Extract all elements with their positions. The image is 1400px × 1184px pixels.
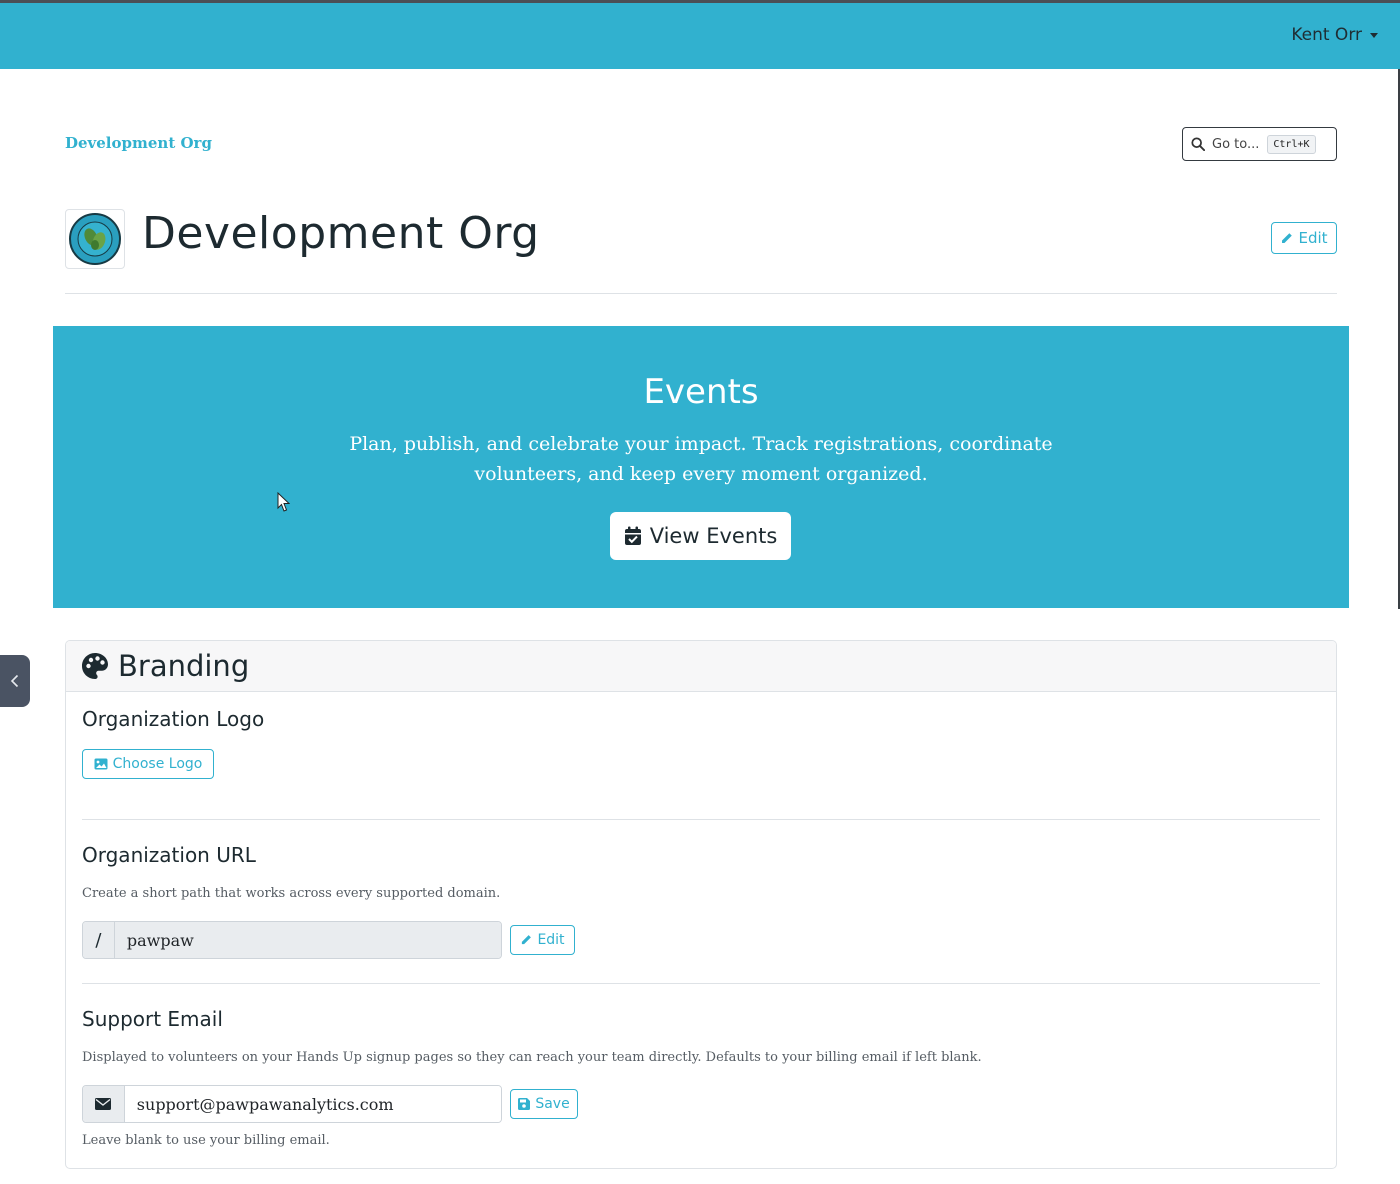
org-logo [65,209,125,269]
org-url-field[interactable]: pawpaw [114,922,501,958]
email-addon [83,1086,125,1122]
goto-placeholder: Go to... [1212,136,1260,152]
events-hero-title: Events [643,372,759,412]
org-url-heading: Organization URL [82,843,256,867]
org-url-input-group: / pawpaw [82,921,502,959]
edit-org-label: Edit [1298,229,1328,247]
pawpaw-logo-icon [69,213,121,265]
edit-org-button[interactable]: Edit [1271,222,1337,254]
branding-card: Branding Organization Logo Choose Logo O… [65,640,1337,1169]
floppy-disk-icon [518,1098,531,1110]
search-icon [1191,137,1205,151]
pencil-icon [1282,232,1293,243]
calendar-check-icon [624,526,641,545]
support-email-input[interactable] [124,1086,501,1122]
view-events-label: View Events [649,524,778,548]
top-navbar: Kent Orr [0,0,1400,69]
goto-search-button[interactable]: Go to... Ctrl+K [1182,127,1337,161]
page-title: Development Org [142,208,540,259]
support-email-help: Displayed to volunteers on your Hands Up… [82,1050,982,1065]
save-email-button[interactable]: Save [510,1089,578,1119]
branding-card-header: Branding [66,641,1336,692]
events-hero: Events Plan, publish, and celebrate your… [53,326,1349,608]
support-email-heading: Support Email [82,1007,223,1031]
pencil-icon [522,935,532,945]
branding-title: Branding [118,649,250,683]
view-events-button[interactable]: View Events [610,512,791,560]
org-logo-heading: Organization Logo [82,707,265,731]
palette-icon [82,653,108,679]
user-menu-dropdown[interactable]: Kent Orr [1291,25,1378,45]
user-name: Kent Orr [1291,25,1362,45]
events-hero-text: Plan, publish, and celebrate your impact… [349,433,1053,485]
image-icon [94,758,108,770]
header-divider [65,293,1337,294]
choose-logo-button[interactable]: Choose Logo [82,749,214,779]
org-url-help: Create a short path that works across ev… [82,886,501,901]
envelope-icon [95,1098,112,1110]
edit-url-label: Edit [537,932,565,948]
support-email-footnote: Leave blank to use your billing email. [82,1133,330,1148]
chevron-left-icon [10,674,19,688]
support-email-input-group [82,1085,502,1123]
section-divider [82,819,1320,820]
caret-down-icon [1370,32,1378,38]
section-divider [82,983,1320,984]
save-email-label: Save [535,1096,570,1112]
sidebar-toggle[interactable] [0,655,30,707]
mouse-cursor-icon [277,492,290,512]
url-prefix: / [83,922,115,958]
choose-logo-label: Choose Logo [112,756,203,772]
edit-url-button[interactable]: Edit [510,925,575,955]
goto-shortcut-badge: Ctrl+K [1267,134,1316,154]
breadcrumb-org-link[interactable]: Development Org [65,134,212,152]
